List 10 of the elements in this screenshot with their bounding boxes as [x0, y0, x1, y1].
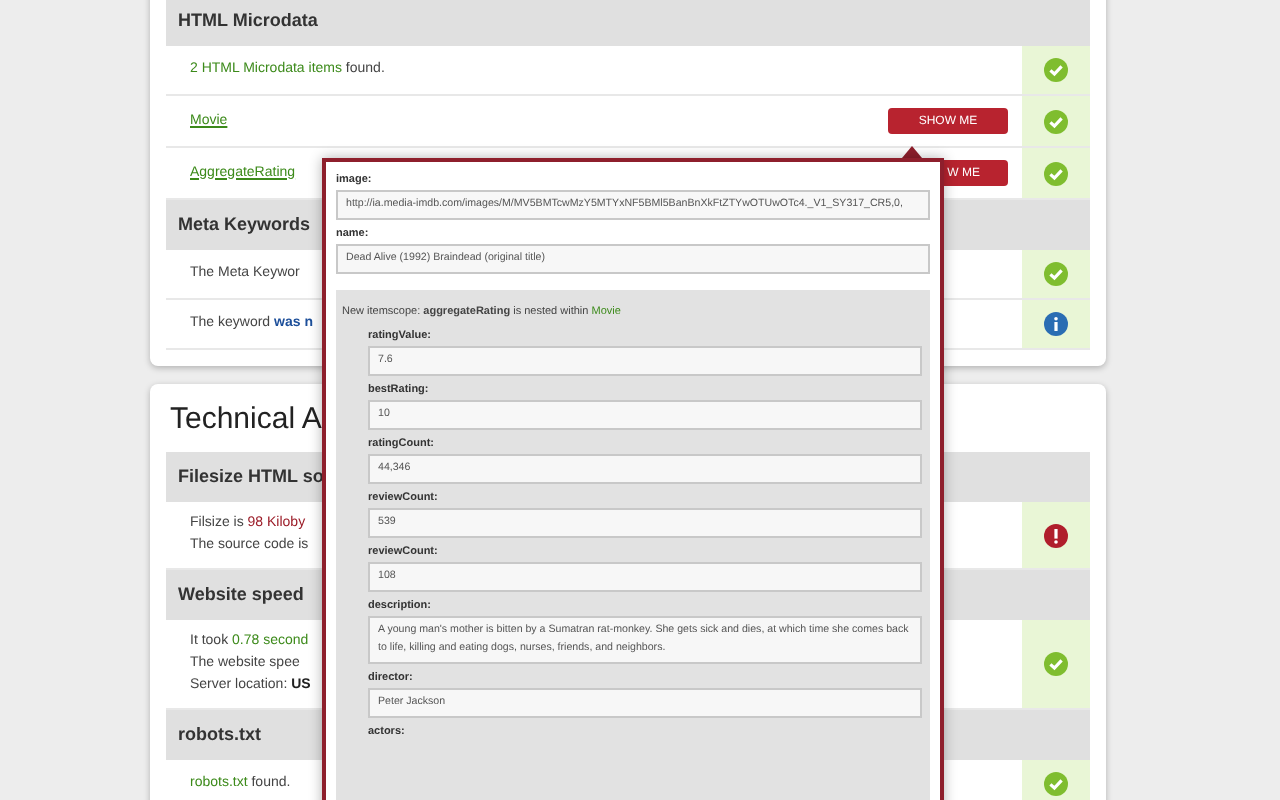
check-icon — [1044, 262, 1068, 286]
section-header: HTML Microdata — [166, 0, 1090, 46]
info-icon — [1044, 312, 1068, 336]
check-icon — [1044, 652, 1068, 676]
section-title: Technical A — [168, 400, 322, 440]
check-icon — [1044, 58, 1068, 82]
error-icon — [1044, 523, 1068, 547]
check-icon — [1044, 109, 1068, 133]
check-icon — [1044, 161, 1068, 185]
check-icon — [1044, 772, 1068, 796]
